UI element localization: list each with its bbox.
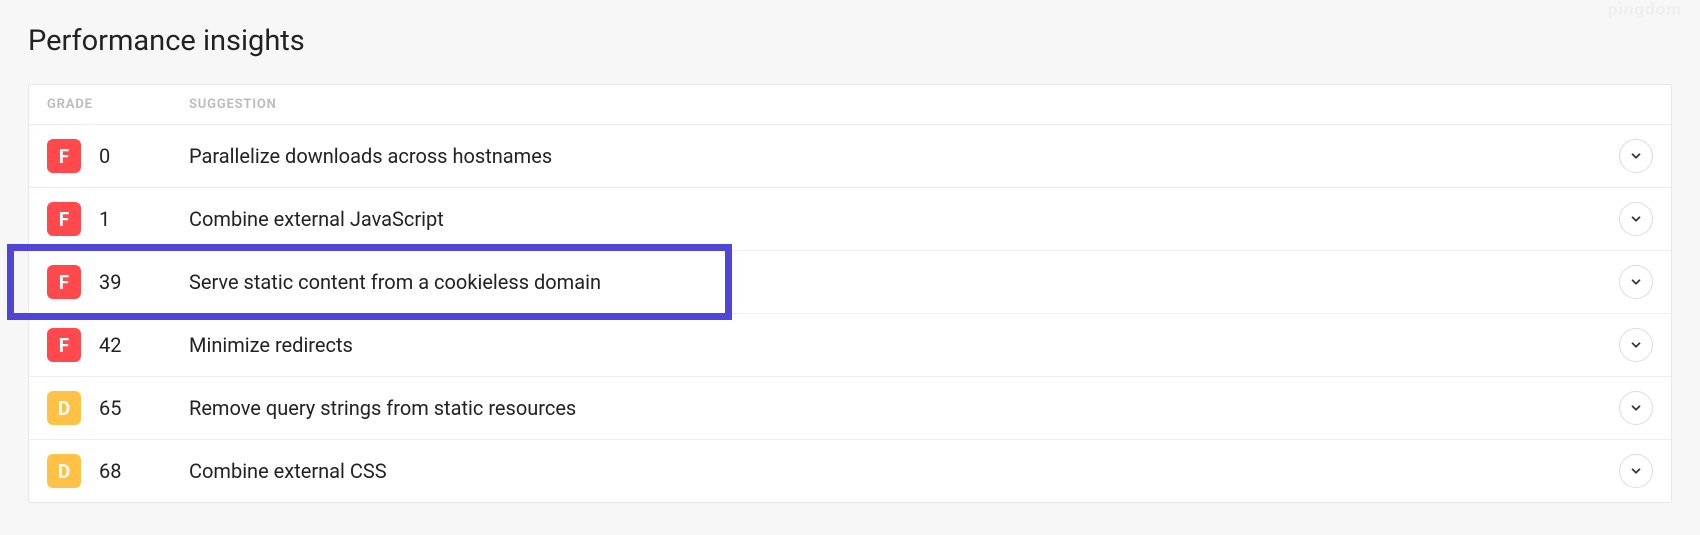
header-grade: GRADE	[47, 97, 189, 112]
grade-column: D 65	[47, 391, 189, 425]
suggestion-text: Combine external CSS	[189, 459, 1619, 483]
grade-column: F1	[47, 202, 189, 236]
grade-column: F0	[47, 139, 189, 173]
suggestion-text: Serve static content from a cookieless d…	[189, 270, 1619, 294]
table-row[interactable]: D 65 Remove query strings from static reso…	[29, 376, 1671, 439]
expand-button[interactable]	[1619, 139, 1653, 173]
chevron-down-icon	[1629, 338, 1643, 352]
insights-table: GRADE SUGGESTION F0Parallelize downloads…	[28, 84, 1672, 503]
suggestion-text: Remove query strings from static resourc…	[189, 396, 1619, 420]
page-title: Performance insights	[28, 0, 1672, 84]
grade-badge: D	[47, 454, 81, 488]
table-row[interactable]: F0Parallelize downloads across hostnames	[29, 124, 1671, 187]
grade-score: 0	[99, 144, 110, 168]
table-row[interactable]: D 68 Combine external CSS	[29, 439, 1671, 502]
table-row[interactable]: F1Combine external JavaScript	[29, 187, 1671, 250]
chevron-down-icon	[1629, 149, 1643, 163]
table-row[interactable]: F 39 Serve static content from a cookieles…	[29, 250, 1671, 313]
chevron-down-icon	[1629, 275, 1643, 289]
table-row[interactable]: F 42 Minimize redirects	[29, 313, 1671, 376]
grade-column: F 39	[47, 265, 189, 299]
table-header: GRADE SUGGESTION	[29, 85, 1671, 124]
grade-badge: F	[47, 139, 81, 173]
chevron-down-icon	[1629, 212, 1643, 226]
grade-badge: F	[47, 328, 81, 362]
grade-badge: F	[47, 202, 81, 236]
suggestion-text: Combine external JavaScript	[189, 207, 1619, 231]
expand-button[interactable]	[1619, 202, 1653, 236]
expand-button[interactable]	[1619, 328, 1653, 362]
grade-score: 1	[99, 207, 110, 231]
watermark: pingdom	[1608, 0, 1682, 20]
chevron-down-icon	[1629, 464, 1643, 478]
expand-button[interactable]	[1619, 391, 1653, 425]
grade-score: 39	[99, 270, 121, 294]
grade-score: 42	[99, 333, 121, 357]
grade-badge: F	[47, 265, 81, 299]
insights-container: Performance insights GRADE SUGGESTION F0…	[0, 0, 1700, 503]
expand-button[interactable]	[1619, 454, 1653, 488]
grade-column: D 68	[47, 454, 189, 488]
grade-column: F 42	[47, 328, 189, 362]
expand-button[interactable]	[1619, 265, 1653, 299]
header-suggestion: SUGGESTION	[189, 97, 1653, 112]
suggestion-text: Parallelize downloads across hostnames	[189, 144, 1619, 168]
grade-score: 68	[99, 459, 121, 483]
suggestion-text: Minimize redirects	[189, 333, 1619, 357]
grade-badge: D	[47, 391, 81, 425]
chevron-down-icon	[1629, 401, 1643, 415]
grade-score: 65	[99, 396, 121, 420]
